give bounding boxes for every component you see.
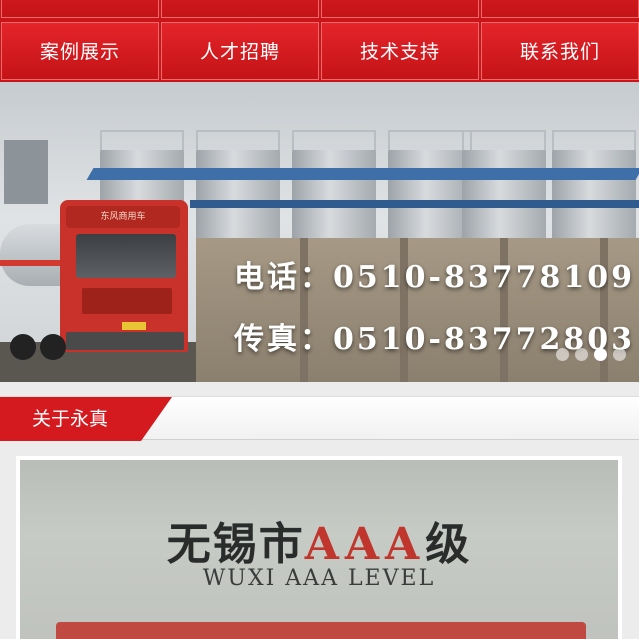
truck-windshield <box>76 234 176 278</box>
license-plate <box>122 322 146 330</box>
slide-dot-3-active[interactable] <box>594 348 607 361</box>
slide-dot-2[interactable] <box>575 348 588 361</box>
banner-phone-text: 电话：0510-83778109 <box>234 260 635 295</box>
nav-item-support[interactable]: 技术支持 <box>321 22 479 80</box>
truck-bumper <box>66 332 184 350</box>
certificate-title-suffix: 级 <box>425 519 472 570</box>
slider-pagination <box>556 348 628 362</box>
certificate-red-band <box>56 622 586 639</box>
nav-item-careers[interactable]: 人才招聘 <box>161 22 319 80</box>
truck-grille <box>82 288 172 314</box>
wheel <box>10 334 36 360</box>
certificate-image[interactable]: 无锡市AAA级 WUXI AAA LEVEL <box>16 456 622 639</box>
nav-item-news[interactable]: 新闻动态 <box>321 0 479 18</box>
certificate-grade: AAA <box>304 519 426 570</box>
blue-roof-lower <box>190 200 639 208</box>
main-navigation: 网站首页 关于公司 新闻动态 公司产品 案例展示 人才招聘 技术支持 联系我们 <box>0 0 639 82</box>
certificate-title-prefix: 无锡市 <box>166 519 305 570</box>
slide-dot-1[interactable] <box>556 348 569 361</box>
nav-item-home[interactable]: 网站首页 <box>1 0 159 18</box>
truck-cab-label: 东风商用车 <box>66 206 180 228</box>
about-section-header: 关于永真 <box>0 396 639 441</box>
certificate-title: 无锡市AAA级 <box>16 508 622 572</box>
slide-dot-4[interactable] <box>613 348 626 361</box>
wheel <box>40 334 66 360</box>
certificate-subtitle: WUXI AAA LEVEL <box>202 566 436 591</box>
nav-item-about[interactable]: 关于公司 <box>161 0 319 18</box>
about-section-title[interactable]: 关于永真 <box>32 397 108 441</box>
banner-slider[interactable]: 东风商用车 电话：0510-83778109 传真：0510-83772803 <box>0 82 639 382</box>
nav-item-contact[interactable]: 联系我们 <box>481 22 639 80</box>
nav-item-cases[interactable]: 案例展示 <box>1 22 159 80</box>
background-building <box>4 140 48 204</box>
blue-roof <box>86 168 639 180</box>
nav-item-products[interactable]: 公司产品 <box>481 0 639 18</box>
